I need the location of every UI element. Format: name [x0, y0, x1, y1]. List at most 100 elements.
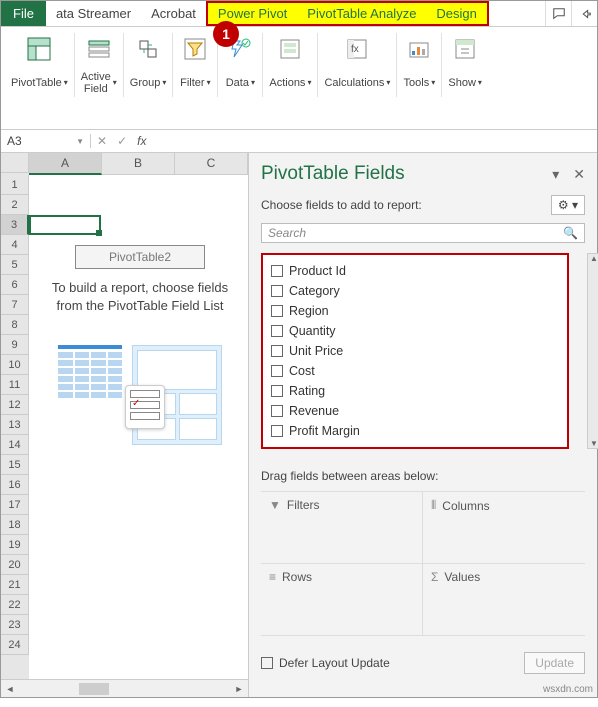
row-header[interactable]: 10: [1, 355, 29, 375]
formula-bar: A3▼ ✕ ✓ fx: [1, 129, 597, 153]
field-row[interactable]: Quantity: [269, 321, 561, 341]
scroll-right-icon[interactable]: ►: [230, 684, 248, 694]
row-header[interactable]: 23: [1, 615, 29, 635]
name-box[interactable]: A3▼: [1, 134, 91, 148]
row-header[interactable]: 5: [1, 255, 29, 275]
cancel-icon[interactable]: ✕: [97, 134, 107, 148]
field-label: Region: [289, 304, 329, 318]
row-header[interactable]: 12: [1, 395, 29, 415]
pane-title: PivotTable Fields: [261, 163, 405, 185]
row-header[interactable]: 15: [1, 455, 29, 475]
field-checkbox[interactable]: [271, 305, 283, 317]
scroll-left-icon[interactable]: ◄: [1, 684, 19, 694]
row-header[interactable]: 3: [1, 215, 29, 235]
area-values[interactable]: ΣValues: [423, 564, 585, 636]
filter-area-icon: ▼: [269, 498, 281, 512]
area-filters[interactable]: ▼Filters: [261, 492, 423, 564]
tab-design[interactable]: Design: [426, 3, 486, 24]
field-checkbox[interactable]: [271, 385, 283, 397]
row-header[interactable]: 4: [1, 235, 29, 255]
ribbon: PivotTable▾ Active Field▾ Group▾ Filter▾…: [1, 27, 597, 99]
field-label: Revenue: [289, 404, 339, 418]
field-label: Rating: [289, 384, 325, 398]
row-header[interactable]: 6: [1, 275, 29, 295]
ribbon-group[interactable]: Group▾: [124, 33, 174, 97]
columns-area-icon: ⦀: [431, 498, 436, 513]
row-header[interactable]: 9: [1, 335, 29, 355]
ribbon-calculations[interactable]: fx Calculations▾: [318, 33, 397, 97]
show-icon: [449, 33, 481, 65]
tab-data-streamer[interactable]: ata Streamer: [46, 1, 141, 26]
pane-close-icon[interactable]: ✕: [573, 166, 585, 183]
row-header[interactable]: 11: [1, 375, 29, 395]
row-header[interactable]: 13: [1, 415, 29, 435]
ribbon-filter[interactable]: Filter▾: [173, 33, 218, 97]
row-header[interactable]: 14: [1, 435, 29, 455]
pivot-name: PivotTable2: [75, 245, 205, 269]
ribbon-show[interactable]: Show▾: [442, 33, 488, 97]
ribbon-actions[interactable]: Actions▾: [263, 33, 318, 97]
col-header-b[interactable]: B: [102, 153, 175, 175]
drop-areas: ▼Filters ⦀Columns ≡Rows ΣValues: [261, 491, 585, 636]
update-button[interactable]: Update: [524, 652, 585, 674]
row-header[interactable]: 22: [1, 595, 29, 615]
select-all-corner[interactable]: [1, 153, 29, 173]
field-row[interactable]: Category: [269, 281, 561, 301]
row-header[interactable]: 21: [1, 575, 29, 595]
fields-scrollbar[interactable]: ▲▼: [587, 253, 598, 449]
field-row[interactable]: Cost: [269, 361, 561, 381]
field-row[interactable]: Unit Price: [269, 341, 561, 361]
row-header[interactable]: 7: [1, 295, 29, 315]
ribbon-pivottable[interactable]: PivotTable▾: [5, 33, 75, 97]
tab-pivottable-analyze[interactable]: PivotTable Analyze: [297, 3, 426, 24]
tools-icon: [403, 33, 435, 65]
share-icon[interactable]: [571, 1, 597, 26]
col-header-c[interactable]: C: [175, 153, 248, 175]
field-row[interactable]: Rating: [269, 381, 561, 401]
field-checkbox[interactable]: [271, 425, 283, 437]
field-row[interactable]: Product Id: [269, 261, 561, 281]
gear-button[interactable]: ⚙ ▾: [551, 195, 585, 215]
field-checkbox[interactable]: [271, 285, 283, 297]
pane-dropdown-icon[interactable]: ▾: [552, 166, 559, 183]
comments-icon[interactable]: [545, 1, 571, 26]
ribbon-active-field[interactable]: Active Field▾: [75, 33, 124, 97]
tab-file[interactable]: File: [1, 1, 46, 26]
fx-icon[interactable]: fx: [137, 134, 146, 148]
actions-icon: [274, 33, 306, 65]
row-header[interactable]: 16: [1, 475, 29, 495]
pivottable-icon: [23, 33, 55, 65]
fields-list: Product IdCategory Region QuantityUnit Pri…: [261, 253, 569, 449]
field-label: Profit Margin: [289, 424, 360, 438]
col-header-a[interactable]: A: [29, 153, 102, 175]
pivottable-fields-pane: 2 PivotTable Fields ▾ ✕ Choose fields to…: [249, 153, 597, 697]
field-checkbox[interactable]: [271, 405, 283, 417]
callout-1: 1: [213, 21, 239, 47]
row-header[interactable]: 24: [1, 635, 29, 655]
tab-acrobat[interactable]: Acrobat: [141, 1, 206, 26]
field-checkbox[interactable]: [271, 365, 283, 377]
field-row[interactable]: Profit Margin: [269, 421, 561, 441]
field-checkbox[interactable]: [271, 325, 283, 337]
ribbon-tools[interactable]: Tools▾: [397, 33, 442, 97]
row-header[interactable]: 20: [1, 555, 29, 575]
field-checkbox[interactable]: [271, 265, 283, 277]
area-columns[interactable]: ⦀Columns: [423, 492, 585, 564]
field-row[interactable]: Region: [269, 301, 561, 321]
row-header[interactable]: 17: [1, 495, 29, 515]
drag-label: Drag fields between areas below:: [261, 469, 585, 483]
search-input[interactable]: Search 🔍: [261, 223, 585, 243]
row-header[interactable]: 19: [1, 535, 29, 555]
row-header[interactable]: 1: [1, 175, 29, 195]
worksheet-grid[interactable]: A B C 1234567891011121314151617181920212…: [1, 153, 249, 697]
active-cell[interactable]: [29, 215, 101, 235]
area-rows[interactable]: ≡Rows: [261, 564, 423, 636]
field-checkbox[interactable]: [271, 345, 283, 357]
field-row[interactable]: Revenue: [269, 401, 561, 421]
enter-icon[interactable]: ✓: [117, 134, 127, 148]
horizontal-scrollbar[interactable]: ◄ ►: [1, 679, 248, 697]
row-header[interactable]: 8: [1, 315, 29, 335]
row-header[interactable]: 18: [1, 515, 29, 535]
row-header[interactable]: 2: [1, 195, 29, 215]
defer-layout-checkbox[interactable]: Defer Layout Update: [261, 656, 390, 670]
